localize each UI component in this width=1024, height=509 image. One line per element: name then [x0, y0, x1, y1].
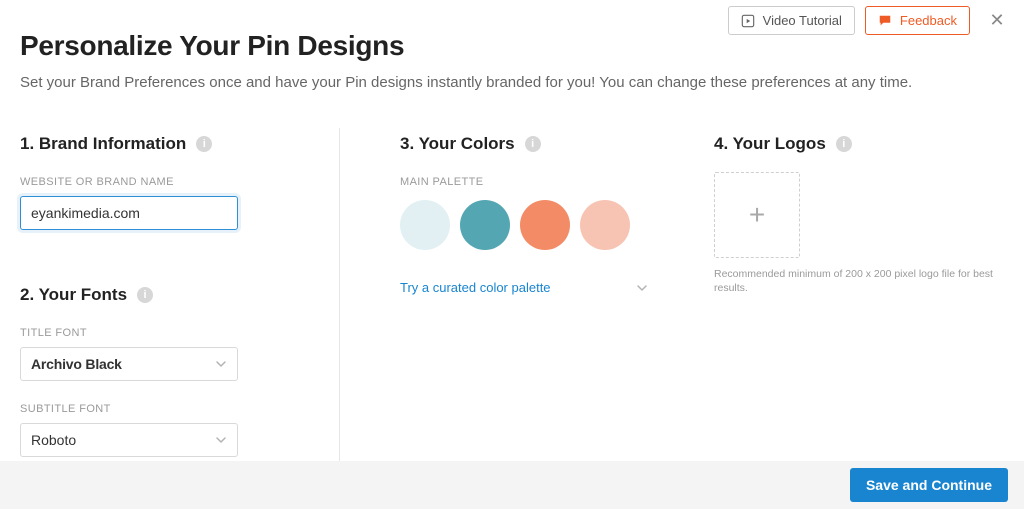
page-subtitle: Set your Brand Preferences once and have…: [20, 74, 1004, 91]
color-swatch-2[interactable]: [460, 200, 510, 250]
color-swatch-4[interactable]: [580, 200, 630, 250]
main-palette-label: MAIN PALETTE: [400, 176, 674, 188]
color-palette-link[interactable]: Try a curated color palette: [400, 280, 551, 295]
title-font-label: TITLE FONT: [20, 327, 309, 339]
chevron-down-icon: [215, 358, 227, 370]
close-icon: ✕: [989, 10, 1004, 31]
title-font-value: Archivo Black: [31, 356, 122, 372]
chevron-down-icon: [215, 434, 227, 446]
chevron-down-icon[interactable]: [636, 282, 648, 294]
logo-hint: Recommended minimum of 200 x 200 pixel l…: [714, 268, 1004, 295]
chat-icon: [878, 14, 892, 28]
section-logos-title: 4. Your Logos: [714, 134, 826, 154]
video-tutorial-label: Video Tutorial: [763, 13, 842, 28]
subtitle-font-value: Roboto: [31, 432, 76, 448]
subtitle-font-label: SUBTITLE FONT: [20, 403, 309, 415]
subtitle-font-select[interactable]: Roboto: [20, 423, 238, 457]
close-button[interactable]: ✕: [986, 10, 1008, 32]
title-font-select[interactable]: Archivo Black: [20, 347, 238, 381]
info-icon[interactable]: i: [137, 287, 153, 303]
info-icon[interactable]: i: [836, 136, 852, 152]
play-icon: [741, 14, 755, 28]
page-title: Personalize Your Pin Designs: [20, 30, 1004, 62]
plus-icon: +: [749, 199, 765, 231]
section-colors-title: 3. Your Colors: [400, 134, 515, 154]
save-continue-button[interactable]: Save and Continue: [850, 468, 1008, 502]
brand-name-input[interactable]: [20, 196, 238, 230]
section-fonts-title: 2. Your Fonts: [20, 285, 127, 305]
info-icon[interactable]: i: [196, 136, 212, 152]
brand-name-label: WEBSITE OR BRAND NAME: [20, 176, 309, 188]
info-icon[interactable]: i: [525, 136, 541, 152]
color-swatch-1[interactable]: [400, 200, 450, 250]
feedback-label: Feedback: [900, 13, 957, 28]
color-swatch-3[interactable]: [520, 200, 570, 250]
logo-upload-dropzone[interactable]: +: [714, 172, 800, 258]
section-brand-title: 1. Brand Information: [20, 134, 186, 154]
